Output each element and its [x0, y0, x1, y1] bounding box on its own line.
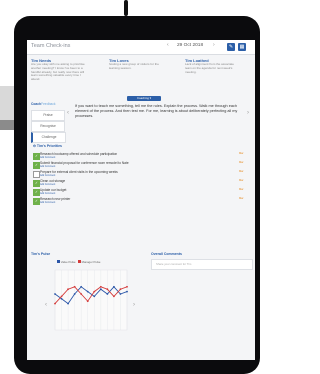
priorities-label: ⊖ Tim's Priorities: [33, 144, 62, 148]
goal-card: Tim Loves hosting a new group of visitor…: [109, 58, 165, 71]
goal-card: Tim Needs Are you okay with me asking to…: [31, 58, 87, 82]
task-row: ✓ Update our budget Add Comment Mar: [33, 188, 245, 196]
coaching-tab-challenge[interactable]: Challenge: [31, 132, 66, 143]
task-tag: Mar: [239, 152, 244, 155]
series-point: [93, 290, 96, 293]
background-object-edge: [0, 120, 14, 130]
series-point: [80, 285, 83, 288]
chart-plot-area: [54, 269, 128, 331]
checkbox[interactable]: [33, 171, 40, 178]
task-tag: Mar: [239, 188, 244, 191]
chevron-left-icon[interactable]: ‹: [67, 110, 69, 116]
series-point: [67, 302, 69, 305]
series-point: [106, 293, 109, 295]
legend: Value Pulse Manager Pulse: [57, 260, 100, 264]
coaching-label-main: Coach: [31, 102, 42, 106]
tablet-cable: [124, 0, 128, 16]
task-tag: Mar: [239, 170, 244, 173]
coaching-tab-recognise[interactable]: Recognise: [31, 121, 65, 132]
goal-text: Are you okay with me asking to prioritis…: [31, 62, 85, 82]
overall-comments-placeholder: Share your comment for Tim: [156, 262, 192, 266]
legend-label: Manager Pulse: [81, 260, 101, 264]
series-point: [60, 295, 63, 298]
add-comment-link[interactable]: Add Comment: [40, 201, 55, 204]
series-point: [86, 290, 89, 293]
coaching-dropdown-button[interactable]: Coaching ▾: [127, 96, 161, 101]
coaching-tab-praise[interactable]: Praise: [31, 110, 65, 121]
add-comment-link[interactable]: Add Comment: [40, 174, 55, 177]
legend-swatch: [77, 260, 81, 263]
overall-comments-input[interactable]: Share your comment for Tim: [151, 259, 253, 270]
task-tag: Mar: [239, 161, 244, 164]
task-row: Prepare for external client visits in th…: [33, 170, 245, 178]
task-row: ✓ Clean out storage Add Comment Mar: [33, 179, 245, 187]
app-screen: Team Check-ins ‹ 29 Oct 2018 › ✎ ▦ Tim N…: [27, 40, 255, 360]
series-point: [119, 293, 122, 295]
add-comment-link[interactable]: Add Comment: [40, 192, 55, 195]
series-point: [99, 285, 102, 288]
series-point: [126, 285, 128, 288]
coaching-label-accent: Feedback: [41, 102, 56, 106]
checkbox[interactable]: ✓: [33, 198, 40, 205]
series-point: [67, 288, 69, 291]
chevron-right-icon[interactable]: ›: [213, 42, 215, 48]
pulse-chart: [54, 269, 128, 331]
pulse-label: Tim's Pulse: [31, 252, 51, 256]
task-row: ✓ Research new printer Add Comment Mar: [33, 197, 245, 205]
coaching-help-text: If you want to teach me something, tell …: [75, 104, 238, 118]
priorities-title: Tim's Priorities: [36, 144, 63, 148]
legend-swatch: [57, 260, 60, 263]
task-tag: Mar: [239, 179, 244, 182]
series-point: [113, 285, 115, 288]
checkbox[interactable]: ✓: [33, 153, 40, 160]
add-comment-link[interactable]: Add Comment: [40, 156, 55, 159]
date-label: 29 Oct 2018: [177, 43, 204, 48]
series-point: [86, 300, 89, 303]
goal-text: hosting a new group of visitors for the …: [109, 62, 159, 70]
series-point: [54, 302, 56, 305]
legend-label: Value Pulse: [60, 260, 76, 264]
task-tag: Mar: [239, 197, 244, 200]
goal-card: Tim Loathed Lack of alignment from the a…: [185, 58, 241, 74]
chevron-right-icon[interactable]: ›: [247, 110, 249, 116]
task-row: ✓ Submit financial proposal for conferen…: [33, 161, 245, 169]
calendar-icon[interactable]: ▦: [238, 43, 246, 51]
series-point: [113, 295, 115, 298]
coaching-label: CoachFeedback: [31, 102, 56, 106]
series-point: [73, 293, 76, 295]
series-point: [99, 288, 102, 291]
series-point: [93, 295, 96, 298]
checkbox[interactable]: ✓: [33, 180, 40, 187]
add-comment-link[interactable]: Add Comment: [40, 165, 55, 168]
series-point: [60, 297, 63, 300]
series-point: [80, 293, 83, 295]
chevron-left-icon[interactable]: ‹: [167, 42, 169, 48]
checkbox[interactable]: ✓: [33, 189, 40, 196]
series-point: [106, 288, 109, 291]
page-title: Team Check-ins: [31, 43, 71, 49]
edit-icon[interactable]: ✎: [227, 43, 235, 51]
series-point: [73, 285, 76, 288]
series-point: [126, 290, 128, 293]
collapse-icon[interactable]: ⊖: [33, 144, 36, 148]
checkbox[interactable]: ✓: [33, 162, 40, 169]
goal-text: Lack of alignment from the associate tea…: [185, 62, 234, 74]
add-comment-link[interactable]: Add Comment: [40, 183, 55, 186]
series-point: [119, 288, 122, 291]
overall-comments-label: Overall Comments: [151, 252, 182, 256]
series-point: [54, 293, 56, 295]
task-row: ✓ Research bootcamp offered and schedule…: [33, 152, 245, 160]
